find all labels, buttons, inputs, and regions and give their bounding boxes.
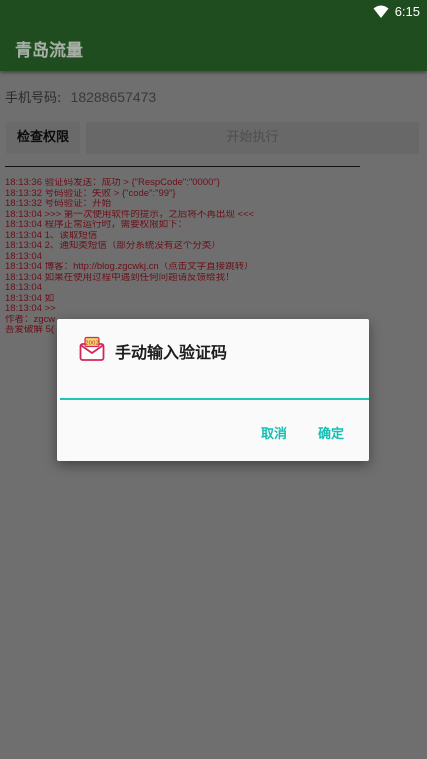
log-line: 18:13:04 如果在使用过程中遇到任何问题请反馈给我！: [5, 272, 235, 283]
log-output: 18:13:36 验证码发送：成功 > {"RespCode":"0000"} 1…: [5, 178, 420, 336]
verification-code-dialog: 2002 手动输入验证码 取消 确定: [57, 319, 369, 461]
status-time: 6:15: [394, 4, 420, 19]
log-line: 18:13:04 >>> 第一次使用软件的提示，之后将不再出现 <<<: [5, 209, 255, 220]
app-bar: 青岛流量: [0, 24, 427, 71]
log-line: 18:13:04: [5, 251, 42, 262]
divider: [5, 166, 360, 167]
app-title: 青岛流量: [15, 41, 83, 61]
status-bar: 6:15: [0, 0, 427, 24]
phone-label: 手机号码:: [5, 91, 62, 106]
dialog-title: 手动输入验证码: [115, 343, 228, 362]
phone-number[interactable]: 18288657473: [71, 89, 157, 105]
cancel-button[interactable]: 取消: [261, 423, 287, 442]
start-button[interactable]: 开始执行: [86, 122, 419, 154]
phone-row: 手机号码: 18288657473: [5, 87, 156, 106]
log-line: 18:13:04 1、读取短信: [5, 230, 98, 241]
log-line: 18:13:36 验证码发送：成功 > {"RespCode":"0000"}: [5, 178, 220, 188]
svg-text:2002: 2002: [85, 341, 99, 347]
log-line: 18:13:04 2、通知类短信（部分系统没有这个分类）: [5, 241, 221, 251]
log-line: 18:13:04 程序正常运行时，需要权限如下：: [5, 220, 188, 230]
log-line: 18:13:04: [5, 283, 42, 293]
verification-code-input[interactable]: [60, 372, 369, 400]
sms-code-icon: 2002: [79, 336, 105, 361]
log-line: 18:13:32 号码验证：开始: [5, 199, 112, 209]
log-line: 18:13:04 如: [5, 293, 55, 304]
check-permission-button[interactable]: 检查权限: [6, 122, 80, 154]
wifi-icon: [373, 5, 389, 18]
log-line: 18:13:04 >>: [5, 304, 56, 314]
confirm-button[interactable]: 确定: [318, 423, 344, 442]
log-line: 18:13:04 博客：http://blog.zgcwkj.cn（点击文字直接…: [5, 262, 254, 272]
log-line: 18:13:32 号码验证：失败 > {"code":"99"}: [5, 188, 176, 199]
